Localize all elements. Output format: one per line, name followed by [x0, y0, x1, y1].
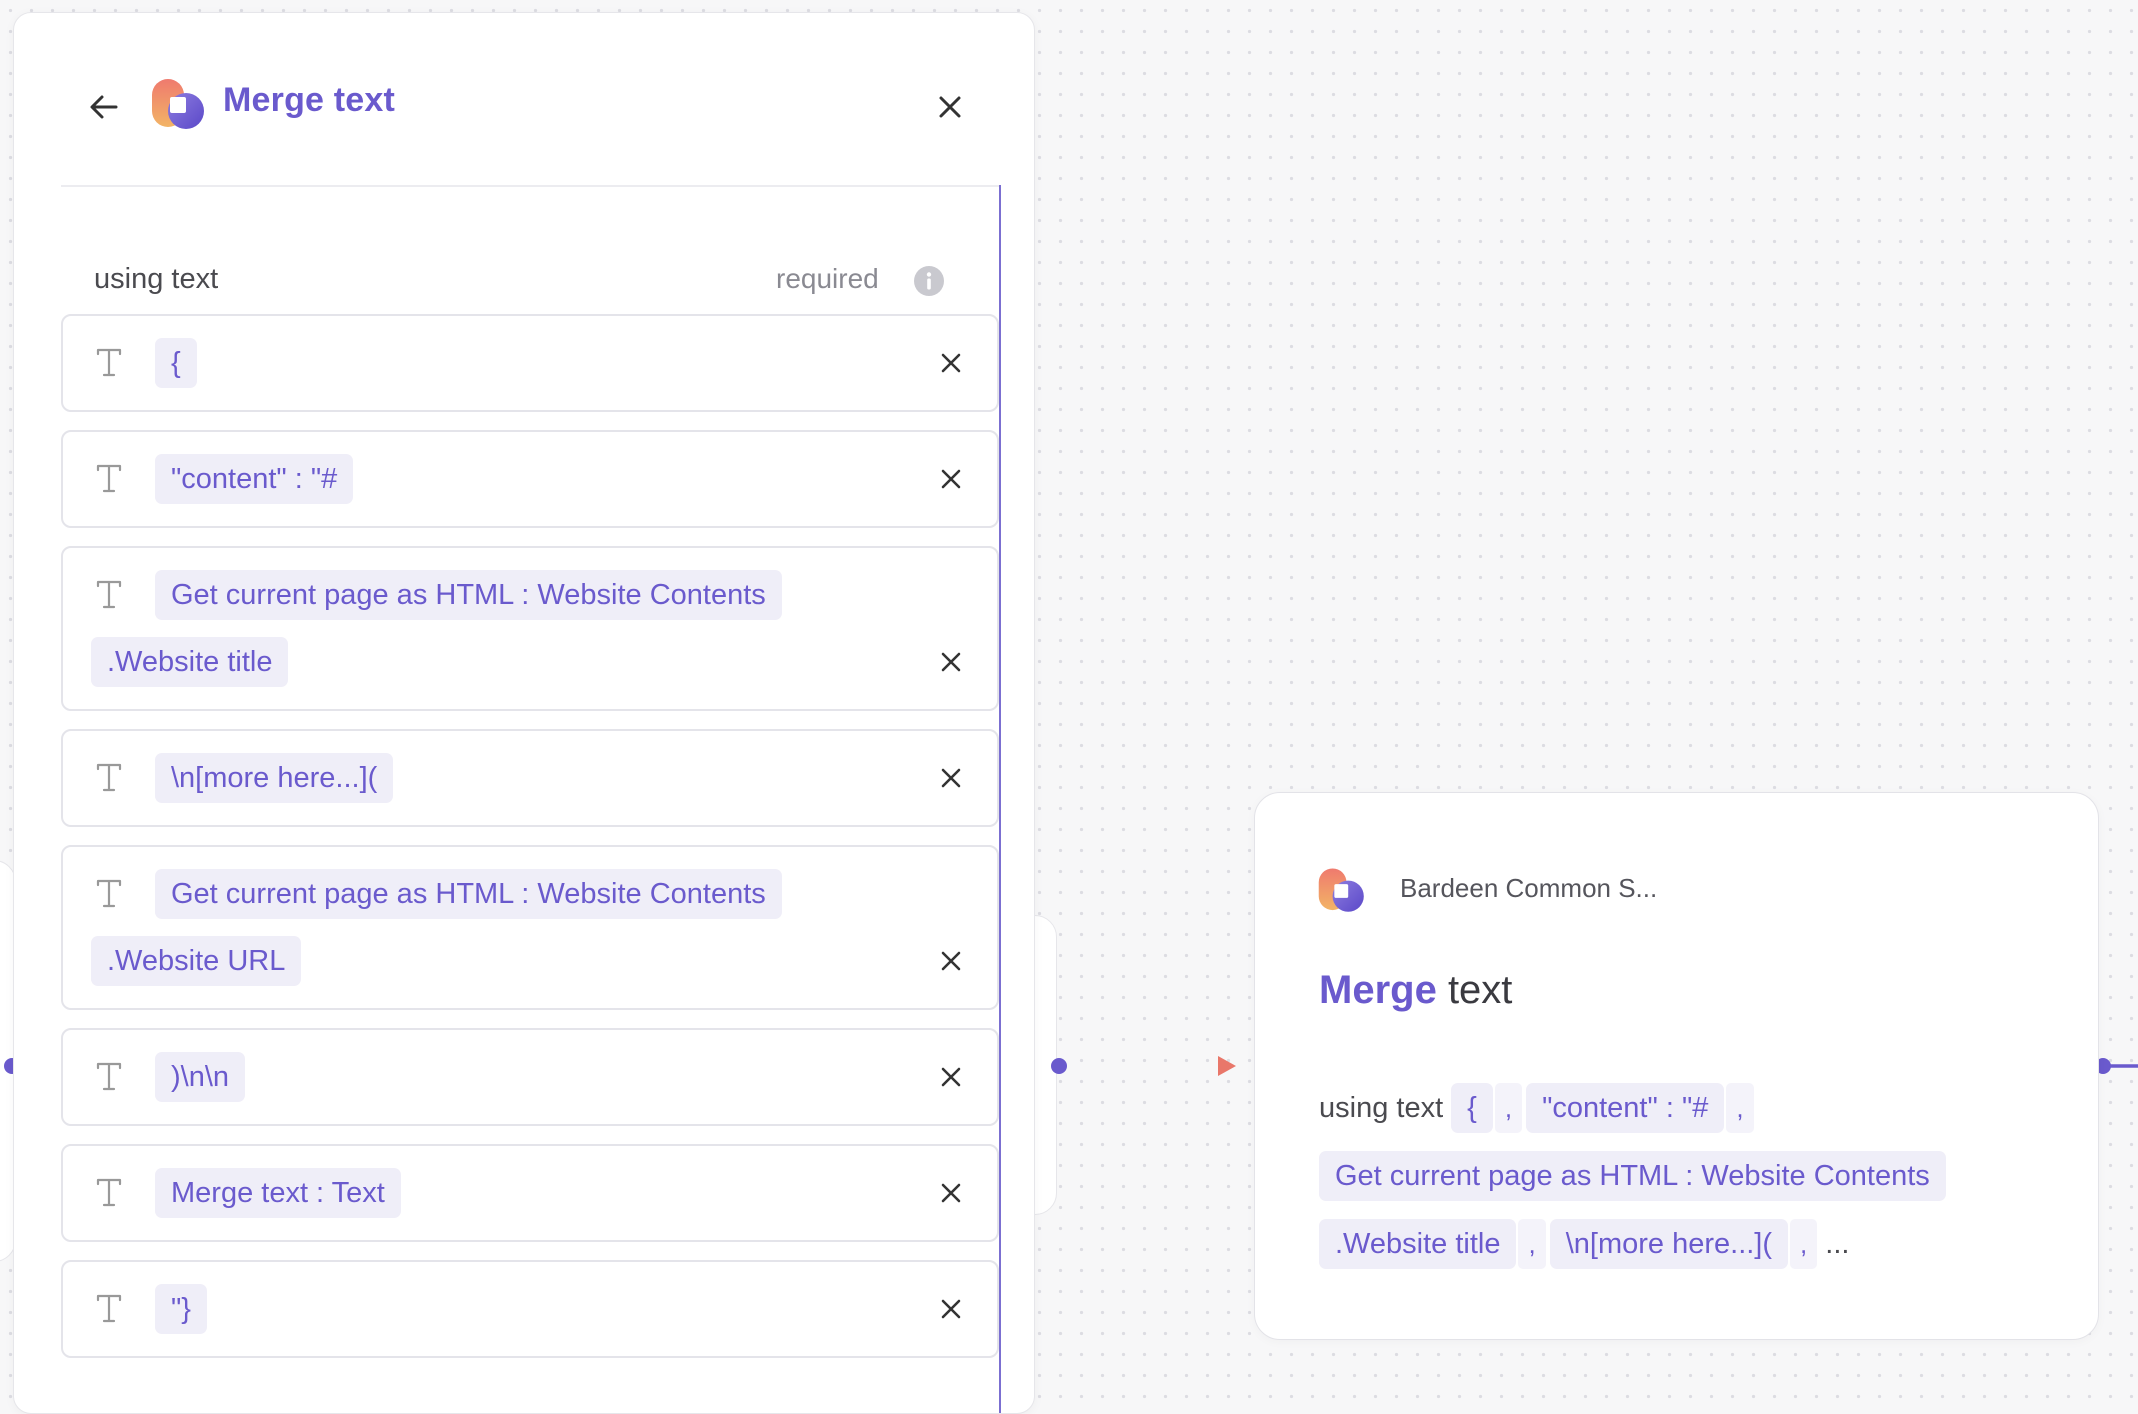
summary-separator: ,: [1790, 1219, 1818, 1269]
variable-property-chip[interactable]: .Website URL: [91, 936, 302, 986]
merge-text-panel: Merge text using text required {"conten…: [13, 12, 1035, 1414]
variable-chip[interactable]: Get current page as HTML : Website Conte…: [155, 570, 782, 620]
remove-row-close-icon[interactable]: [931, 642, 971, 682]
text-chip[interactable]: "}: [155, 1284, 207, 1334]
header-divider: [61, 185, 999, 187]
text-input-row[interactable]: {: [61, 314, 999, 412]
text-type-icon: [96, 348, 122, 377]
text-input-row[interactable]: "content" : "#: [61, 430, 999, 528]
close-icon[interactable]: [922, 79, 978, 135]
summary-chip: "content" : "#: [1526, 1083, 1725, 1133]
variable-property-chip[interactable]: .Website title: [91, 637, 289, 687]
summary-chip: \n[more here...](: [1549, 1219, 1789, 1269]
summary-separator: ,: [1494, 1083, 1523, 1133]
text-input-row[interactable]: "}: [61, 1260, 999, 1358]
field-label: using text: [94, 263, 219, 295]
text-type-icon: [96, 580, 122, 609]
text-type-icon: [96, 464, 122, 493]
node-title: Merge text: [1319, 968, 1512, 1013]
text-chip[interactable]: \n[more here...](: [155, 753, 394, 803]
panel-title: Merge text: [223, 81, 396, 119]
text-input-list: { "content" : "# Get current page as HTM…: [61, 314, 999, 1376]
text-chip[interactable]: )\n\n: [155, 1052, 246, 1102]
remove-row-close-icon[interactable]: [931, 459, 971, 499]
text-type-icon: [96, 1178, 122, 1207]
remove-row-close-icon[interactable]: [931, 758, 971, 798]
text-input-row[interactable]: Get current page as HTML : Website Conte…: [61, 546, 999, 711]
text-chip[interactable]: "content" : "#: [155, 454, 354, 504]
remove-row-close-icon[interactable]: [931, 1057, 971, 1097]
summary-label: using text: [1319, 1091, 1444, 1124]
bardeen-logo-icon: [1318, 868, 1364, 912]
text-input-row[interactable]: \n[more here...](: [61, 729, 999, 827]
summary-chip: Get current page as HTML : Website Conte…: [1319, 1151, 1946, 1201]
text-chip[interactable]: {: [155, 338, 197, 388]
required-label: required: [776, 263, 879, 294]
remove-row-close-icon[interactable]: [931, 1289, 971, 1329]
connector-arrow-icon: [1051, 1056, 1236, 1076]
text-input-row[interactable]: )\n\n: [61, 1028, 999, 1126]
scrollbar[interactable]: [999, 185, 1001, 1413]
info-icon[interactable]: [913, 265, 945, 297]
remove-row-close-icon[interactable]: [931, 343, 971, 383]
remove-row-close-icon[interactable]: [931, 941, 971, 981]
remove-row-close-icon[interactable]: [931, 1173, 971, 1213]
text-type-icon: [96, 1062, 122, 1091]
summary-chip: .Website title: [1319, 1219, 1517, 1269]
text-type-icon: [96, 763, 122, 792]
variable-chip[interactable]: Get current page as HTML : Website Conte…: [155, 869, 782, 919]
node-title-rest: text: [1447, 968, 1513, 1012]
merge-text-node-card[interactable]: Bardeen Common S... Merge text using tex…: [1254, 792, 2099, 1340]
variable-chip[interactable]: Merge text : Text: [155, 1168, 401, 1218]
text-type-icon: [96, 1294, 122, 1323]
summary-ellipsis: ...: [1825, 1227, 1850, 1260]
bardeen-logo-icon: [152, 79, 204, 129]
back-arrow-icon[interactable]: [76, 79, 132, 135]
node-app-name: Bardeen Common S...: [1400, 873, 1658, 903]
node-title-accent: Merge: [1319, 968, 1437, 1012]
text-type-icon: [96, 879, 122, 908]
summary-separator: ,: [1518, 1219, 1546, 1269]
text-input-row[interactable]: Merge text : Text: [61, 1144, 999, 1242]
summary-separator: ,: [1726, 1083, 1754, 1133]
panel-header: Merge text: [14, 13, 1034, 185]
text-input-row[interactable]: Get current page as HTML : Website Conte…: [61, 845, 999, 1010]
summary-chip: {: [1451, 1083, 1493, 1133]
